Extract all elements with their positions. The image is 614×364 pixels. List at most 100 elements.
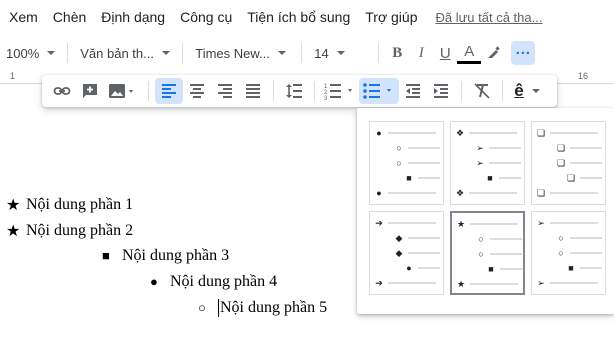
bullet-glyph: ● xyxy=(150,274,158,289)
list-item: ○ Nội dung phần 5 xyxy=(198,299,327,317)
preset-line xyxy=(490,253,522,255)
preset-row: ➢ xyxy=(536,278,598,288)
preset-line xyxy=(500,268,522,270)
menu-addons[interactable]: Tiện ích bổ sung xyxy=(238,9,350,25)
bullet-preset-hollow-square[interactable]: ❏ ❏ ❏ ❏ ❏ xyxy=(531,121,606,205)
preset-line xyxy=(470,283,518,285)
align-center-icon[interactable] xyxy=(183,78,211,104)
preset-line xyxy=(469,132,517,134)
chevron-down-icon xyxy=(161,51,170,55)
preset-row: ➔ xyxy=(374,218,436,228)
align-right-icon[interactable] xyxy=(211,78,239,104)
preset-row: ● xyxy=(374,188,436,198)
menu-view[interactable]: Xem xyxy=(0,9,38,25)
increase-indent-icon[interactable] xyxy=(427,78,455,104)
bold-button[interactable]: B xyxy=(385,41,409,65)
preset-bullet-glyph: ➔ xyxy=(375,218,383,228)
preset-row: ○ xyxy=(476,249,522,259)
document-body[interactable]: ★ Nội dung phần 1 ★ Nội dung phần 2 ■ Nộ… xyxy=(0,108,360,364)
preset-row: ★ xyxy=(456,219,518,229)
zoom-select[interactable]: 100% xyxy=(0,41,61,65)
preset-row: ■ xyxy=(485,173,521,183)
input-tools-glyph: ê xyxy=(514,81,524,100)
preset-bullet-glyph: ❏ xyxy=(566,173,576,183)
menu-format[interactable]: Định dạng xyxy=(92,9,165,25)
chevron-down-icon xyxy=(531,89,540,93)
italic-button[interactable]: I xyxy=(409,41,433,65)
preset-bullet-glyph: ★ xyxy=(456,279,466,289)
preset-bullet-glyph: ■ xyxy=(488,264,494,274)
bullet-preset-star-circle-square[interactable]: ★ ○ ○ ■ ★ xyxy=(450,211,525,295)
preset-row: ○ xyxy=(556,248,602,258)
list-item: ★ Nội dung phần 2 xyxy=(6,221,133,241)
preset-line xyxy=(469,192,517,194)
bulleted-list-icon[interactable] xyxy=(359,78,399,104)
preset-line xyxy=(418,267,440,269)
numbered-list-icon[interactable]: 123 xyxy=(321,78,359,104)
add-comment-icon[interactable] xyxy=(76,78,104,104)
decrease-indent-icon[interactable] xyxy=(399,78,427,104)
preset-row: ◆ xyxy=(394,233,440,243)
menu-bar: Xem Chèn Định dạng Công cụ Tiện ích bổ s… xyxy=(0,0,614,34)
preset-row: ● xyxy=(404,263,440,273)
bullet-preset-arrowhead-circle-square[interactable]: ➢ ○ ○ ■ ➢ xyxy=(531,211,606,295)
bullet-glyph: ○ xyxy=(198,300,206,315)
preset-line xyxy=(388,282,436,284)
list-item-text: Nội dung phần 1 xyxy=(26,196,134,213)
preset-line xyxy=(570,252,602,254)
bullet-preset-menu: ● ○ ○ ■ ● ❖ ➢ ➢ ■ ❖ ❏ ❏ ❏ ❏ ❏ ➔ ◆ ◆ ● ➔ ★ ○ ○ ■ ★ ➢ ○ ○ ■ ➢ xyxy=(357,108,614,314)
svg-text:3: 3 xyxy=(324,96,328,100)
menu-tools[interactable]: Công cụ xyxy=(171,9,232,25)
preset-bullet-glyph: ● xyxy=(376,128,382,138)
bullet-glyph: ★ xyxy=(6,197,21,214)
preset-row: ○ xyxy=(476,234,522,244)
list-item-text: Nội dung phần 5 xyxy=(220,299,328,316)
input-tools-icon[interactable]: ê xyxy=(509,78,545,104)
preset-line xyxy=(580,177,602,179)
preset-bullet-glyph: ➢ xyxy=(537,278,545,288)
toolbar-divider xyxy=(378,43,380,63)
save-status-link[interactable]: Đã lưu tất cả tha... xyxy=(435,10,542,25)
ruler-mark-right: 16 xyxy=(578,71,589,81)
preset-row: ❏ xyxy=(536,188,598,198)
text-color-button[interactable]: A xyxy=(457,42,482,64)
preset-bullet-glyph: ❏ xyxy=(536,188,546,198)
bullet-preset-arrow-diamond-disc[interactable]: ➔ ◆ ◆ ● ➔ xyxy=(369,211,444,295)
link-icon[interactable] xyxy=(48,78,76,104)
font-select[interactable]: Times New... xyxy=(189,41,295,65)
bullet-preset-disc-circle-square[interactable]: ● ○ ○ ■ ● xyxy=(369,121,444,205)
preset-bullet-glyph: ● xyxy=(406,263,412,273)
toolbar-divider xyxy=(301,43,303,63)
preset-line xyxy=(408,147,440,149)
font-size-select[interactable]: 14 xyxy=(308,41,372,65)
paragraph-style-select[interactable]: Văn bản th... xyxy=(74,41,176,65)
toolbar-divider xyxy=(502,81,503,101)
paragraph-style-value: Văn bản th... xyxy=(80,45,154,61)
preset-bullet-glyph: ❏ xyxy=(536,128,546,138)
preset-bullet-glyph: ○ xyxy=(478,234,484,244)
clear-formatting-icon[interactable] xyxy=(468,78,496,104)
image-icon[interactable] xyxy=(104,78,142,104)
underline-button[interactable]: U xyxy=(433,41,457,65)
preset-bullet-glyph: ■ xyxy=(487,173,493,183)
preset-line xyxy=(580,267,602,269)
toolbar-divider xyxy=(182,43,184,63)
preset-line xyxy=(490,238,522,240)
preset-bullet-glyph: ➔ xyxy=(375,278,383,288)
menu-insert[interactable]: Chèn xyxy=(44,9,86,25)
preset-bullet-glyph: ○ xyxy=(396,143,402,153)
more-options-button[interactable]: ··· xyxy=(511,41,536,65)
highlight-color-button[interactable] xyxy=(481,41,505,65)
preset-bullet-glyph: ➢ xyxy=(537,218,545,228)
toolbar-divider xyxy=(461,81,462,101)
bullet-preset-diamond-arrow-square[interactable]: ❖ ➢ ➢ ■ ❖ xyxy=(450,121,525,205)
zoom-value: 100% xyxy=(6,45,40,61)
menu-help[interactable]: Trợ giúp xyxy=(356,9,417,25)
preset-row: ❖ xyxy=(455,128,517,138)
justify-icon[interactable] xyxy=(239,78,267,104)
line-spacing-icon[interactable] xyxy=(280,78,308,104)
align-left-icon[interactable] xyxy=(155,78,183,104)
preset-line xyxy=(489,147,521,149)
preset-row: ➔ xyxy=(374,278,436,288)
preset-row: ■ xyxy=(486,264,522,274)
